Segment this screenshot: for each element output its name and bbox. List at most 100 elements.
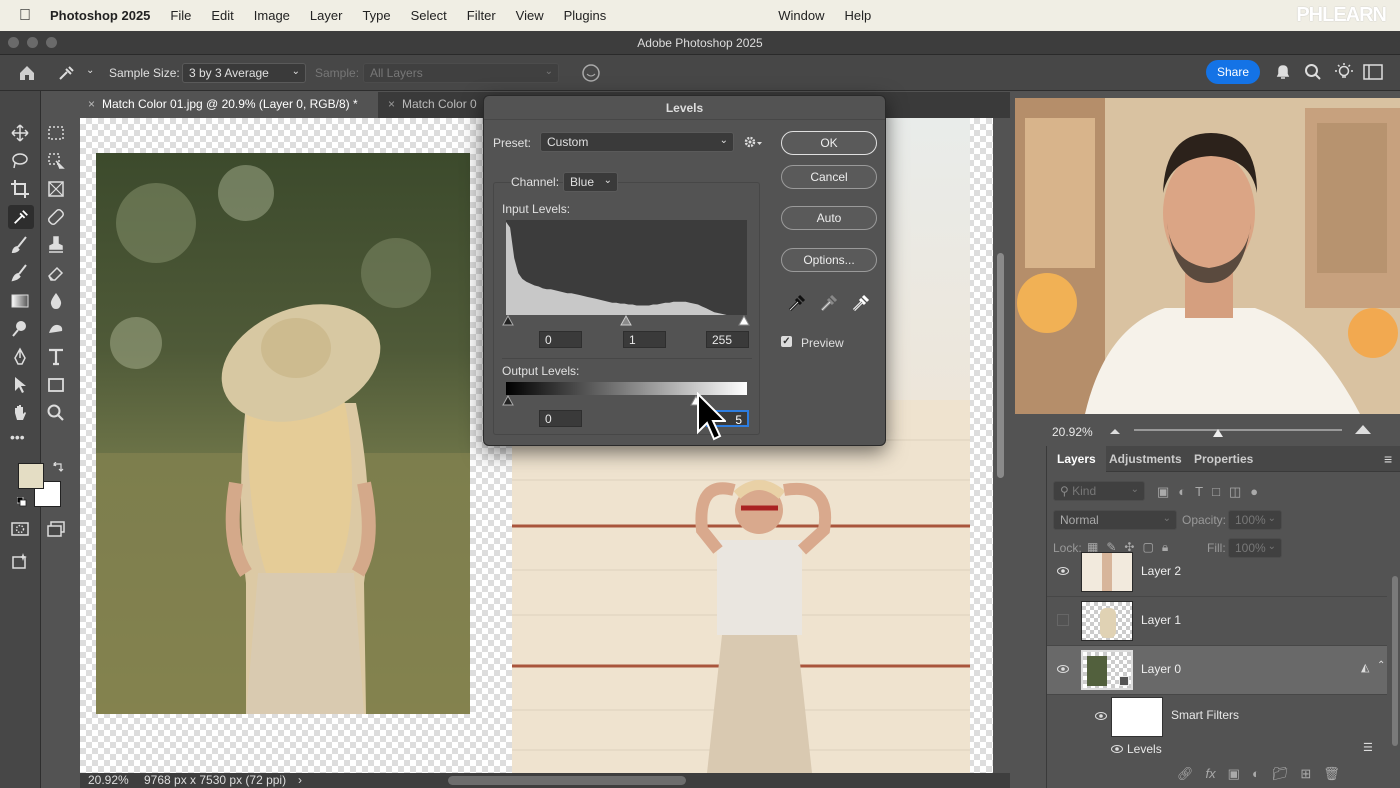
- search-icon[interactable]: [1304, 63, 1322, 81]
- foreground-color-swatch[interactable]: [18, 463, 44, 489]
- preview-checkbox[interactable]: ✓: [781, 336, 792, 347]
- output-black-slider[interactable]: [502, 395, 514, 406]
- blend-mode-select[interactable]: Normal ⌄: [1053, 510, 1177, 530]
- zoom-slider-thumb[interactable]: [1212, 428, 1224, 438]
- horizontal-scrollbar-thumb[interactable]: [448, 776, 686, 785]
- layer-row-layer-0[interactable]: Layer 0 ◭ ⌃: [1047, 646, 1387, 695]
- object-selection-tool-icon[interactable]: [46, 151, 66, 171]
- edit-toolbar-icon[interactable]: [10, 551, 30, 571]
- layers-scrollbar[interactable]: [1392, 576, 1398, 746]
- fx-icon[interactable]: fx: [1206, 766, 1216, 782]
- new-adjustment-icon[interactable]: ◐: [1252, 766, 1260, 782]
- type-filter-icon[interactable]: T: [1195, 484, 1203, 500]
- zoom-in-icon[interactable]: [1354, 423, 1372, 435]
- path-selection-icon[interactable]: [10, 375, 30, 395]
- eye-icon[interactable]: [1095, 710, 1107, 722]
- brush-tool-icon[interactable]: [10, 235, 30, 255]
- input-gamma-slider[interactable]: [620, 315, 632, 326]
- menu-filter[interactable]: Filter: [467, 8, 496, 23]
- bell-icon[interactable]: [1274, 63, 1292, 81]
- sample-select[interactable]: All Layers ⌄: [363, 63, 559, 83]
- tab-properties[interactable]: Properties: [1184, 446, 1263, 472]
- pen-tool-icon[interactable]: [10, 347, 30, 367]
- ok-button[interactable]: OK: [781, 131, 877, 155]
- scrollbar-thumb[interactable]: [997, 253, 1004, 478]
- navigator-zoom-readout[interactable]: 20.92%: [1052, 425, 1093, 439]
- input-gamma-field[interactable]: 1: [623, 331, 666, 348]
- eraser-tool-icon[interactable]: [46, 263, 66, 283]
- image-filter-icon[interactable]: ▣: [1157, 484, 1169, 500]
- marquee-tool-icon[interactable]: [46, 123, 66, 143]
- smart-filter-icon[interactable]: ◭: [1361, 661, 1369, 674]
- close-icon[interactable]: ×: [388, 92, 395, 116]
- workspace-icon[interactable]: [1363, 64, 1383, 80]
- opacity-field[interactable]: 100% ⌄: [1228, 510, 1282, 530]
- sample-size-select[interactable]: 3 by 3 Average ⌄: [182, 63, 306, 83]
- type-tool-icon[interactable]: [46, 347, 66, 367]
- canvas-vertical-scrollbar[interactable]: [993, 118, 1010, 773]
- filter-levels-label[interactable]: Levels: [1127, 742, 1162, 756]
- layer-name[interactable]: Layer 2: [1141, 564, 1181, 578]
- menu-window[interactable]: Window: [778, 8, 824, 23]
- default-colors-icon[interactable]: [17, 497, 27, 507]
- zoom-out-icon[interactable]: [1109, 427, 1121, 435]
- rectangle-tool-icon[interactable]: [46, 375, 66, 395]
- menu-view[interactable]: View: [516, 8, 544, 23]
- cancel-button[interactable]: Cancel: [781, 165, 877, 189]
- smart-object-filter-icon[interactable]: ◫: [1229, 484, 1241, 500]
- smudge-tool-icon[interactable]: [46, 319, 66, 339]
- gradient-tool-icon[interactable]: [10, 291, 30, 311]
- home-icon[interactable]: [18, 64, 36, 82]
- menu-layer[interactable]: Layer: [310, 8, 343, 23]
- input-white-slider[interactable]: [738, 315, 750, 326]
- screen-mode-icon[interactable]: [46, 519, 66, 539]
- share-button[interactable]: Share: [1206, 60, 1260, 84]
- filter-blending-options-icon[interactable]: ☰: [1363, 741, 1373, 754]
- eye-icon[interactable]: [1057, 565, 1069, 577]
- black-point-eyedropper-icon[interactable]: [787, 293, 807, 313]
- zoom-readout[interactable]: 20.92%: [88, 773, 129, 787]
- tab-layers[interactable]: Layers: [1047, 446, 1106, 472]
- tool-preset-chevron-icon[interactable]: ⌄: [86, 65, 94, 76]
- layer-name[interactable]: Layer 0: [1141, 662, 1181, 676]
- eyedropper-tool[interactable]: [8, 205, 34, 229]
- tab-match-color-01[interactable]: × Match Color 01.jpg @ 20.9% (Layer 0, R…: [80, 92, 378, 118]
- channel-select[interactable]: Blue ⌄: [563, 172, 618, 192]
- status-menu-arrow[interactable]: ›: [298, 773, 302, 787]
- eyedropper-tool-preset-icon[interactable]: [57, 65, 75, 81]
- add-mask-icon[interactable]: ▣: [1228, 766, 1240, 782]
- menu-edit[interactable]: Edit: [211, 8, 233, 23]
- visibility-toggle-empty[interactable]: [1057, 614, 1069, 626]
- eye-icon[interactable]: [1057, 663, 1069, 675]
- menu-file[interactable]: File: [170, 8, 191, 23]
- menu-select[interactable]: Select: [411, 8, 447, 23]
- history-brush-icon[interactable]: [10, 263, 30, 283]
- move-tool-icon[interactable]: [10, 123, 30, 143]
- close-icon[interactable]: ×: [88, 92, 95, 116]
- more-tools-icon[interactable]: •••: [10, 429, 25, 445]
- zoom-tool-icon[interactable]: [46, 403, 66, 423]
- input-black-field[interactable]: 0: [539, 331, 582, 348]
- panel-menu-icon[interactable]: ≡: [1384, 451, 1392, 467]
- frame-tool-icon[interactable]: [46, 179, 66, 199]
- chevron-up-icon[interactable]: ⌃: [1377, 660, 1385, 671]
- white-point-eyedropper-icon[interactable]: [851, 293, 871, 313]
- layer-row-layer-2[interactable]: Layer 2: [1047, 548, 1387, 597]
- lightbulb-icon[interactable]: [1334, 62, 1354, 82]
- delete-layer-icon[interactable]: 🗑︎: [1323, 766, 1340, 782]
- target-icon[interactable]: [581, 63, 601, 83]
- eye-icon[interactable]: [1111, 743, 1123, 755]
- lasso-tool-icon[interactable]: [10, 151, 30, 171]
- menu-plugins[interactable]: Plugins: [564, 8, 607, 23]
- hand-tool-icon[interactable]: [10, 403, 30, 423]
- dodge-tool-icon[interactable]: [10, 319, 30, 339]
- tab-adjustments[interactable]: Adjustments: [1099, 446, 1192, 472]
- layer-name[interactable]: Layer 1: [1141, 613, 1181, 627]
- new-group-icon[interactable]: 📁︎: [1272, 766, 1289, 782]
- preset-gear-icon[interactable]: [743, 134, 763, 150]
- gray-point-eyedropper-icon[interactable]: [819, 293, 839, 313]
- healing-brush-icon[interactable]: [46, 207, 66, 227]
- shape-filter-icon[interactable]: □: [1212, 484, 1220, 500]
- menu-type[interactable]: Type: [362, 8, 390, 23]
- crop-tool-icon[interactable]: [10, 179, 30, 199]
